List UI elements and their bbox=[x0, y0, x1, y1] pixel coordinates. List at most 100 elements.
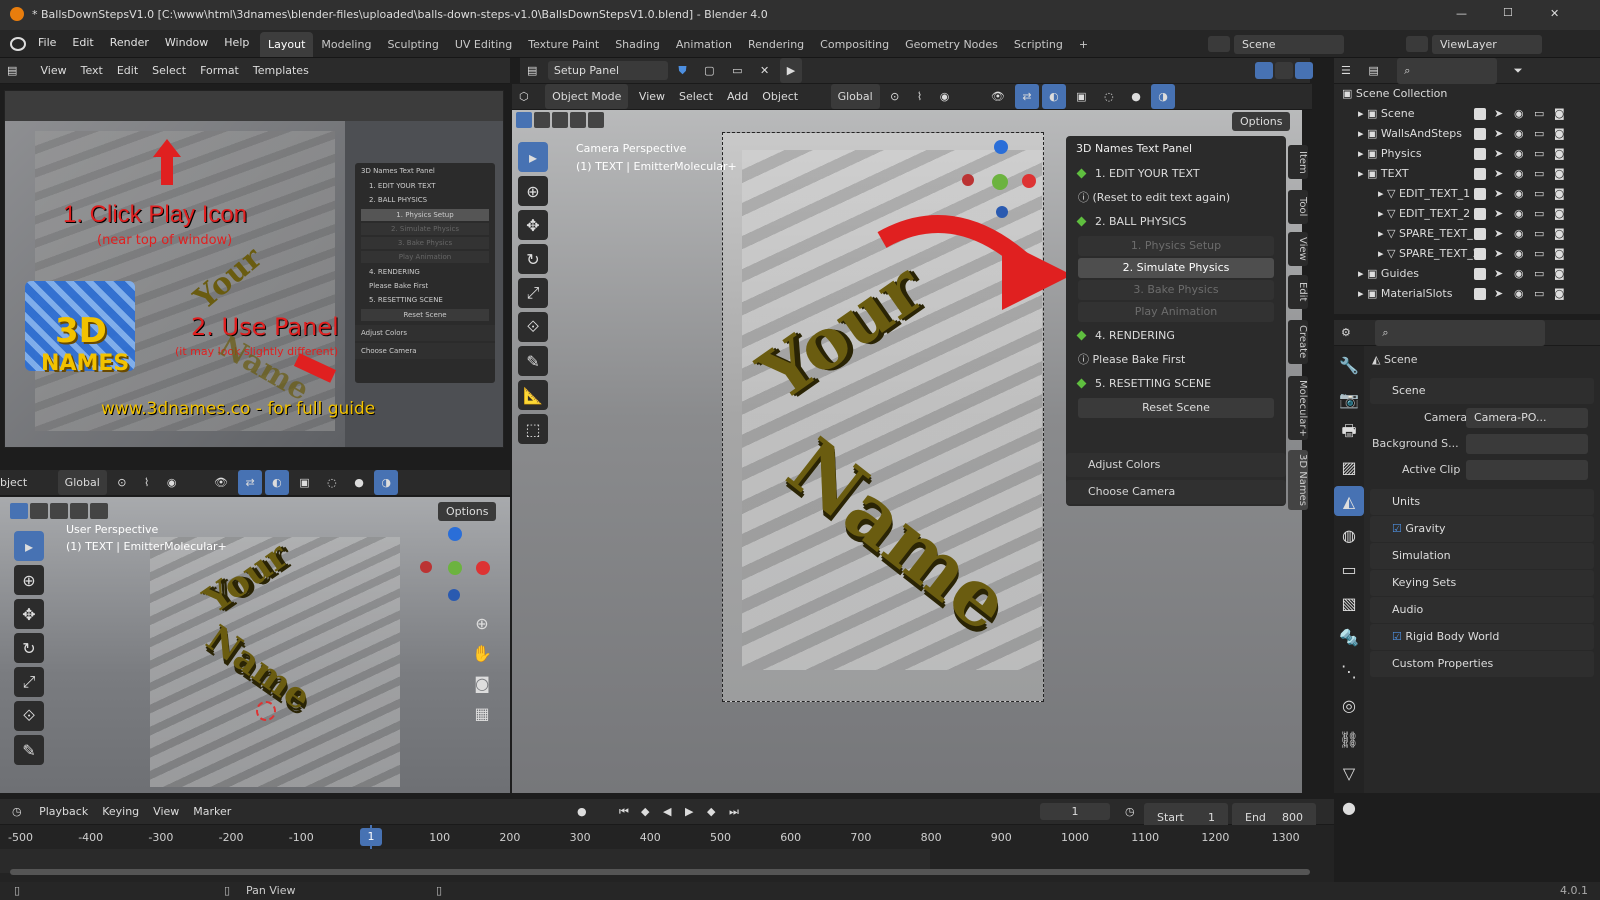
tab-geometry-nodes[interactable]: Geometry Nodes bbox=[897, 32, 1006, 57]
run-script-play-icon[interactable]: ▶ bbox=[779, 58, 803, 83]
n-panel-button[interactable]: Reset Scene bbox=[1078, 398, 1274, 418]
timeline-menu-view[interactable]: View bbox=[146, 799, 186, 824]
text-menu-text[interactable]: Text bbox=[74, 58, 110, 83]
main-gizmo-neg-z-icon[interactable] bbox=[996, 206, 1008, 218]
outliner-editor-icon[interactable]: ☰ bbox=[1334, 58, 1358, 83]
tool-measure-icon[interactable]: 📐 bbox=[518, 380, 548, 410]
eye-icon[interactable]: ◉ bbox=[1514, 104, 1524, 124]
next-keyframe-icon[interactable]: ◆ bbox=[700, 799, 722, 824]
minimize-button[interactable]: — bbox=[1456, 7, 1467, 20]
eye-icon[interactable]: ◉ bbox=[1514, 124, 1524, 144]
viewport-visibility-icon[interactable]: ▭ bbox=[1534, 244, 1544, 264]
scene-props-icon[interactable]: ◭ bbox=[1334, 486, 1364, 516]
render-props-icon[interactable]: 📷 bbox=[1334, 384, 1364, 414]
n-panel-button[interactable]: 2. Simulate Physics bbox=[1078, 258, 1274, 278]
properties-search-icon[interactable]: ⌕ bbox=[1375, 320, 1546, 346]
selectable-icon[interactable]: ➤ bbox=[1494, 104, 1503, 124]
outliner-row[interactable]: ▸ ▣ Scene ➤ ◉ ▭ ◙ bbox=[1334, 104, 1600, 124]
select-invert-icon[interactable] bbox=[70, 503, 88, 519]
syntax-highlight-toggle-icon[interactable] bbox=[1295, 62, 1313, 79]
exclude-checkbox[interactable] bbox=[1474, 288, 1486, 300]
viewport-visibility-icon[interactable]: ▭ bbox=[1534, 264, 1544, 284]
main-menu-view[interactable]: View bbox=[632, 84, 672, 109]
exclude-checkbox[interactable] bbox=[1474, 228, 1486, 240]
menu-window[interactable]: Window bbox=[157, 30, 216, 55]
maximize-button[interactable]: ☐ bbox=[1503, 6, 1513, 19]
tab-edit[interactable]: Edit bbox=[1288, 275, 1308, 309]
tab-create[interactable]: Create bbox=[1288, 320, 1308, 364]
play-icon[interactable]: ▶ bbox=[678, 799, 700, 824]
expand-arrow-icon[interactable]: ▸ bbox=[1378, 247, 1387, 260]
tab-item[interactable]: Item bbox=[1288, 145, 1308, 179]
unlink-icon[interactable]: ✕ bbox=[753, 58, 776, 83]
mode-selector[interactable]: Object Mode bbox=[545, 84, 629, 109]
small-tool-transform-icon[interactable]: ⟐ bbox=[14, 701, 44, 731]
jump-start-icon[interactable]: ⏮ bbox=[612, 799, 636, 825]
tool-rotate-icon[interactable]: ↻ bbox=[518, 244, 548, 274]
render-camera-icon[interactable]: ◙ bbox=[1554, 204, 1565, 224]
main-proportional-icon[interactable]: ◉ bbox=[933, 84, 957, 109]
viewport-visibility-icon[interactable]: ▭ bbox=[1534, 224, 1544, 244]
panel-checkbox[interactable]: ☑ bbox=[1392, 630, 1405, 643]
eye-icon[interactable]: ◉ bbox=[1514, 284, 1524, 304]
main-menu-select[interactable]: Select bbox=[672, 84, 720, 109]
line-numbers-toggle-icon[interactable] bbox=[1255, 62, 1273, 79]
main-rendered-icon[interactable]: ◑ bbox=[1151, 84, 1175, 109]
selectable-icon[interactable]: ➤ bbox=[1494, 124, 1503, 144]
tab-sculpting[interactable]: Sculpting bbox=[379, 32, 446, 57]
render-camera-icon[interactable]: ◙ bbox=[1554, 144, 1565, 164]
scene-selector[interactable]: Scene bbox=[1234, 35, 1344, 54]
main-options-dropdown[interactable]: Options bbox=[1232, 112, 1291, 131]
exclude-checkbox[interactable] bbox=[1474, 248, 1486, 260]
exclude-checkbox[interactable] bbox=[1474, 108, 1486, 120]
outliner-row[interactable]: ▸ ▣ TEXT ➤ ◉ ▭ ◙ bbox=[1334, 164, 1600, 184]
n-subpanel-choose-camera[interactable]: Choose Camera bbox=[1066, 480, 1286, 504]
outliner-row[interactable]: ▸ ▽ EDIT_TEXT_1 ➤ ◉ ▭ ◙ bbox=[1334, 184, 1600, 204]
render-camera-icon[interactable]: ◙ bbox=[1554, 284, 1565, 304]
small-rendered-icon[interactable]: ◑ bbox=[374, 470, 398, 495]
main-solid-icon[interactable]: ● bbox=[1124, 84, 1148, 109]
play-reverse-icon[interactable]: ◀ bbox=[656, 799, 678, 824]
gizmo-y-icon[interactable] bbox=[448, 561, 462, 575]
exclude-checkbox[interactable] bbox=[1474, 268, 1486, 280]
menu-render[interactable]: Render bbox=[102, 30, 157, 55]
active-clip-field[interactable] bbox=[1466, 460, 1588, 480]
timeline-editor-icon[interactable]: ◷ bbox=[0, 799, 29, 824]
view-layer-selector[interactable]: ViewLayer bbox=[1432, 35, 1542, 54]
viewport-visibility-icon[interactable]: ▭ bbox=[1534, 204, 1544, 224]
scene-icon[interactable] bbox=[1208, 36, 1230, 52]
outliner-row[interactable]: ▸ ▣ Guides ➤ ◉ ▭ ◙ bbox=[1334, 264, 1600, 284]
property-panel[interactable]: ☑ Gravity bbox=[1370, 516, 1594, 542]
tool-annotate-icon[interactable]: ✎ bbox=[518, 346, 548, 376]
tool-scale-icon[interactable]: ⤢ bbox=[518, 278, 548, 308]
select-extend-icon[interactable] bbox=[30, 503, 48, 519]
outliner-row[interactable]: ▸ ▽ SPARE_TEXT_2 ➤ ◉ ▭ ◙ bbox=[1334, 244, 1600, 264]
small-ortho-grid-icon[interactable]: ▦ bbox=[470, 701, 494, 725]
tab-modeling[interactable]: Modeling bbox=[313, 32, 379, 57]
shield-icon[interactable]: ⛊ bbox=[671, 58, 693, 84]
tab-texture-paint[interactable]: Texture Paint bbox=[520, 32, 607, 57]
prev-keyframe-icon[interactable]: ◆ bbox=[634, 799, 656, 824]
eye-icon[interactable]: ◉ bbox=[1514, 224, 1524, 244]
render-camera-icon[interactable]: ◙ bbox=[1554, 184, 1565, 204]
tool-transform-icon[interactable]: ⟐ bbox=[518, 312, 548, 342]
gizmo-neg-x-icon[interactable] bbox=[420, 561, 432, 573]
constraints-props-icon[interactable]: ⛓ bbox=[1334, 724, 1364, 754]
tool-move-icon[interactable]: ✥ bbox=[518, 210, 548, 240]
expand-arrow-icon[interactable]: ▸ bbox=[1358, 147, 1367, 160]
selectable-icon[interactable]: ➤ bbox=[1494, 204, 1503, 224]
small-xray-icon[interactable]: ▣ bbox=[292, 470, 316, 495]
outliner-scene-collection[interactable]: ▣ Scene Collection bbox=[1334, 84, 1600, 104]
menu-help[interactable]: Help bbox=[216, 30, 257, 55]
outliner-row[interactable]: ▸ ▽ SPARE_TEXT_1 ➤ ◉ ▭ ◙ bbox=[1334, 224, 1600, 244]
main-wireframe-icon[interactable]: ◌ bbox=[1097, 84, 1121, 109]
small-visibility-icon[interactable]: 👁 bbox=[207, 470, 235, 495]
expand-arrow-icon[interactable]: ▸ bbox=[1358, 267, 1367, 280]
tool-props-icon[interactable]: 🔧 bbox=[1334, 350, 1364, 380]
tab-rendering[interactable]: Rendering bbox=[740, 32, 812, 57]
render-camera-icon[interactable]: ◙ bbox=[1554, 104, 1565, 124]
main-nav-gizmo[interactable] bbox=[962, 140, 1042, 220]
n-subpanel-adjust-colors[interactable]: Adjust Colors bbox=[1066, 453, 1286, 477]
menu-edit[interactable]: Edit bbox=[64, 30, 101, 55]
tab-uv-editing[interactable]: UV Editing bbox=[447, 32, 520, 57]
